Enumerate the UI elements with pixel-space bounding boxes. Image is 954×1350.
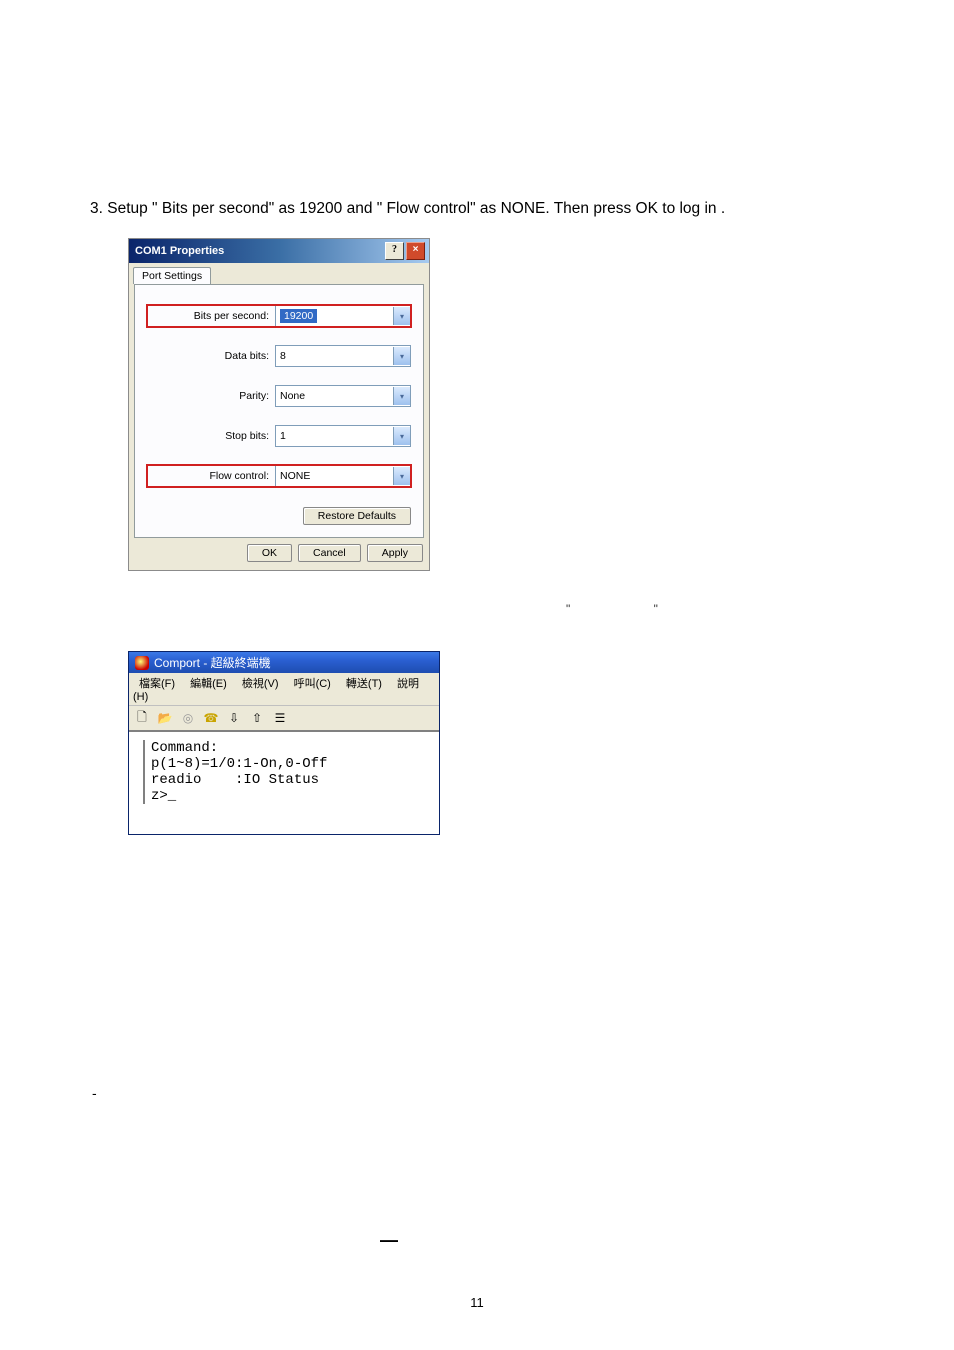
chevron-down-icon[interactable]: ▾ bbox=[393, 387, 410, 405]
select-flow-control[interactable]: NONE ▾ bbox=[275, 465, 411, 487]
call-icon[interactable]: ☎ bbox=[202, 709, 220, 727]
dialog-titlebar: COM1 Properties ? × bbox=[129, 239, 429, 263]
hyperterminal-titlebar: Comport - 超級終端機 bbox=[129, 652, 439, 673]
hyperterminal-title: Comport - 超級終端機 bbox=[154, 654, 271, 671]
chevron-down-icon[interactable]: ▾ bbox=[393, 347, 410, 365]
stray-dash: - bbox=[92, 1085, 97, 1101]
restore-defaults-button[interactable]: Restore Defaults bbox=[303, 507, 411, 525]
field-bits-per-second: Bits per second: 19200 ▾ bbox=[147, 305, 411, 327]
chevron-down-icon[interactable]: ▾ bbox=[393, 307, 410, 325]
tab-port-settings[interactable]: Port Settings bbox=[133, 267, 211, 284]
select-parity[interactable]: None ▾ bbox=[275, 385, 411, 407]
new-icon[interactable]: 🗋 bbox=[133, 709, 151, 727]
step-instruction: 3. Setup " Bits per second" as 19200 and… bbox=[90, 200, 864, 218]
label-bits-per-second: Bits per second: bbox=[194, 310, 269, 322]
value-flow-control: NONE bbox=[280, 470, 310, 482]
select-stop-bits[interactable]: 1 ▾ bbox=[275, 425, 411, 447]
select-bits-per-second[interactable]: 19200 ▾ bbox=[275, 305, 411, 327]
menu-view[interactable]: 檢視(V) bbox=[236, 678, 285, 690]
label-parity: Parity: bbox=[239, 390, 269, 402]
send-icon[interactable]: ⇩ bbox=[225, 709, 243, 727]
menu-bar: 檔案(F) 編輯(E) 檢視(V) 呼叫(C) 轉送(T) 說明(H) bbox=[129, 673, 439, 706]
apply-button[interactable]: Apply bbox=[367, 544, 423, 562]
value-stop-bits: 1 bbox=[280, 430, 286, 442]
open-icon[interactable]: 📂 bbox=[156, 709, 174, 727]
tool-bar: 🗋 📂 ◎ ☎ ⇩ ⇧ ☰ bbox=[129, 706, 439, 731]
label-data-bits: Data bits: bbox=[225, 350, 269, 362]
terminal-output: Command: p(1~8)=1/0:1-On,0-Off readio :I… bbox=[143, 740, 431, 804]
value-bits-per-second: 19200 bbox=[280, 309, 317, 323]
close-icon[interactable]: × bbox=[406, 242, 425, 260]
label-stop-bits: Stop bits: bbox=[225, 430, 269, 442]
label-flow-control: Flow control: bbox=[209, 470, 269, 482]
menu-transfer[interactable]: 轉送(T) bbox=[340, 678, 388, 690]
disconnect-icon[interactable]: ◎ bbox=[179, 709, 197, 727]
field-parity: Parity: None ▾ bbox=[147, 385, 411, 407]
help-icon[interactable]: ? bbox=[385, 242, 404, 260]
tab-panel: Bits per second: 19200 ▾ Data bits: 8 ▾ … bbox=[134, 284, 424, 538]
ok-button[interactable]: OK bbox=[247, 544, 292, 562]
properties-icon[interactable]: ☰ bbox=[271, 709, 289, 727]
app-icon bbox=[135, 656, 149, 670]
dialog-title: COM1 Properties bbox=[135, 245, 224, 257]
menu-call[interactable]: 呼叫(C) bbox=[288, 678, 337, 690]
hyperterminal-window: Comport - 超級終端機 檔案(F) 編輯(E) 檢視(V) 呼叫(C) … bbox=[128, 651, 440, 835]
stray-quotes: " " bbox=[566, 602, 698, 616]
field-data-bits: Data bits: 8 ▾ bbox=[147, 345, 411, 367]
field-flow-control: Flow control: NONE ▾ bbox=[147, 465, 411, 487]
com1-properties-dialog: COM1 Properties ? × Port Settings Bits p… bbox=[128, 238, 430, 571]
select-data-bits[interactable]: 8 ▾ bbox=[275, 345, 411, 367]
value-parity: None bbox=[280, 390, 305, 402]
value-data-bits: 8 bbox=[280, 350, 286, 362]
receive-icon[interactable]: ⇧ bbox=[248, 709, 266, 727]
chevron-down-icon[interactable]: ▾ bbox=[393, 427, 410, 445]
chevron-down-icon[interactable]: ▾ bbox=[393, 467, 410, 485]
stray-dash-2: — bbox=[380, 1230, 398, 1251]
cancel-button[interactable]: Cancel bbox=[298, 544, 361, 562]
page-number: 11 bbox=[0, 1295, 954, 1310]
menu-edit[interactable]: 編輯(E) bbox=[184, 678, 233, 690]
field-stop-bits: Stop bits: 1 ▾ bbox=[147, 425, 411, 447]
menu-file[interactable]: 檔案(F) bbox=[133, 678, 181, 690]
